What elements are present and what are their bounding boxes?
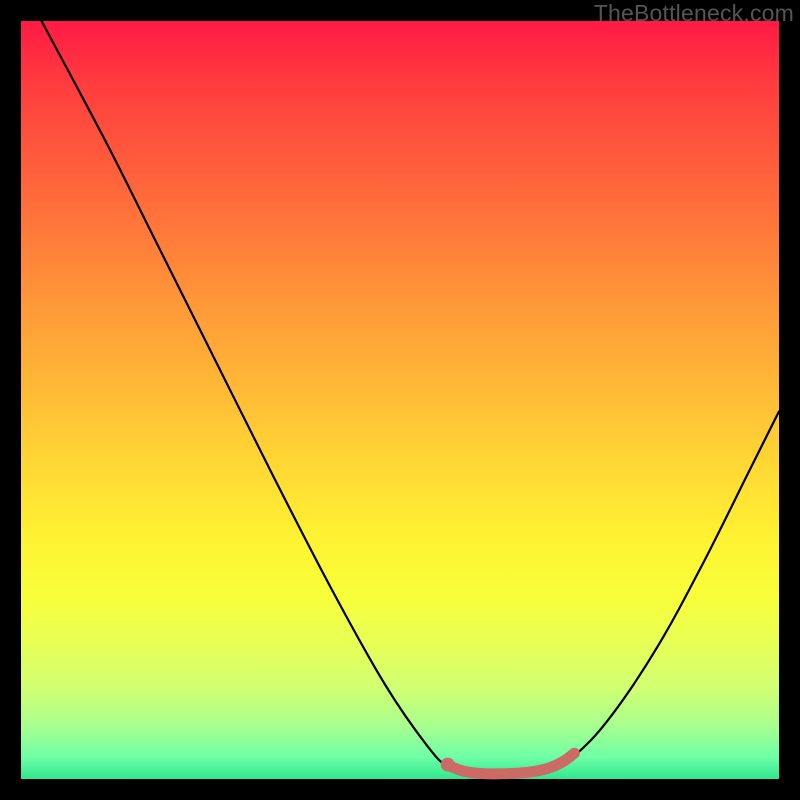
chart-gradient-area	[21, 21, 779, 779]
watermark-text: TheBottleneck.com	[594, 0, 794, 27]
